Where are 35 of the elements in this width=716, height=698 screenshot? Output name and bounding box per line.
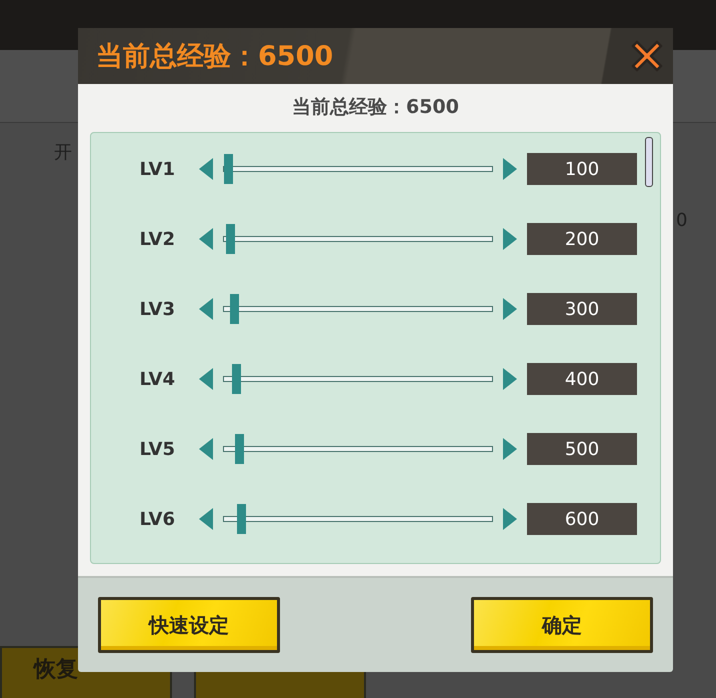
increase-arrow-icon[interactable] xyxy=(503,158,517,180)
level-label: LV2 xyxy=(138,228,175,250)
dialog-title: 当前总经验：6500 xyxy=(96,40,334,74)
exp-value-field[interactable]: 300 xyxy=(527,293,637,325)
dialog-button[interactable]: 确定 xyxy=(471,597,653,653)
total-exp-label: 当前总经验：6500 xyxy=(292,95,459,120)
slider-thumb[interactable] xyxy=(230,294,239,324)
increase-arrow-icon[interactable] xyxy=(503,228,517,250)
increase-arrow-icon[interactable] xyxy=(503,508,517,530)
exp-value-field[interactable]: 200 xyxy=(527,223,637,255)
exp-value-field[interactable]: 400 xyxy=(527,363,637,395)
exp-value-field[interactable]: 600 xyxy=(527,503,637,535)
level-label: LV5 xyxy=(138,438,175,460)
increase-arrow-icon[interactable] xyxy=(503,368,517,390)
level-label: LV4 xyxy=(138,368,175,390)
decrease-arrow-icon[interactable] xyxy=(199,228,213,250)
exp-value-field[interactable]: 100 xyxy=(527,153,637,185)
decrease-arrow-icon[interactable] xyxy=(199,298,213,320)
slider-thumb[interactable] xyxy=(224,154,234,184)
increase-arrow-icon[interactable] xyxy=(503,298,517,320)
slider-thumb[interactable] xyxy=(226,224,236,254)
slider-thumb[interactable] xyxy=(237,504,246,534)
exp-value-field[interactable]: 500 xyxy=(527,433,637,465)
decrease-arrow-icon[interactable] xyxy=(199,158,213,180)
decrease-arrow-icon[interactable] xyxy=(199,508,213,530)
scrollbar[interactable] xyxy=(645,137,653,187)
level-label: LV3 xyxy=(138,298,175,320)
decrease-arrow-icon[interactable] xyxy=(199,438,213,460)
increase-arrow-icon[interactable] xyxy=(503,438,517,460)
slider-thumb[interactable] xyxy=(234,434,244,464)
level-label: LV1 xyxy=(138,158,175,180)
level-label: LV6 xyxy=(138,508,175,530)
slider-thumb[interactable] xyxy=(232,364,241,394)
dialog-button[interactable]: 快速设定 xyxy=(98,597,280,653)
decrease-arrow-icon[interactable] xyxy=(199,368,213,390)
